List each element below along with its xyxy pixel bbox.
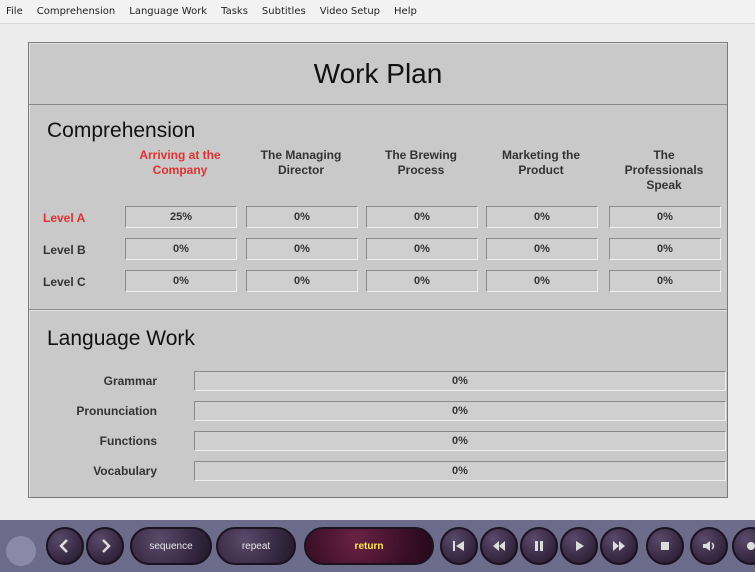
language-label-grammar[interactable]: Grammar xyxy=(29,374,157,388)
fast-forward-icon xyxy=(613,541,625,551)
volume-button[interactable] xyxy=(690,527,728,565)
score-cell[interactable]: 0% xyxy=(366,238,478,260)
row-label-level-b[interactable]: Level B xyxy=(43,243,86,257)
score-cell[interactable]: 0% xyxy=(246,206,358,228)
column-header-line: Company xyxy=(152,163,208,177)
pause-button[interactable] xyxy=(520,527,558,565)
score-cell[interactable]: 0% xyxy=(486,206,598,228)
column-header-line: Marketing the xyxy=(501,148,580,162)
score-cell[interactable]: 0% xyxy=(125,238,237,260)
stop-button[interactable] xyxy=(646,527,684,565)
rewind-icon xyxy=(493,541,505,551)
arrow-left-icon xyxy=(59,539,68,553)
menu-language-work[interactable]: Language Work xyxy=(129,6,207,17)
progress-value: 0% xyxy=(452,435,468,447)
back-button[interactable] xyxy=(46,527,84,565)
column-header-line: The xyxy=(653,148,675,162)
column-header-line: Arriving at the xyxy=(139,148,221,162)
arrow-right-icon xyxy=(102,539,111,553)
column-header-marketing[interactable]: Marketing the Product xyxy=(482,148,600,178)
fast-forward-button[interactable] xyxy=(600,527,638,565)
score-cell[interactable]: 0% xyxy=(486,270,598,292)
circle-icon xyxy=(747,542,755,550)
progress-value: 0% xyxy=(452,375,468,387)
pause-icon xyxy=(535,541,543,551)
column-header-line: Process xyxy=(397,163,445,177)
column-header-arriving[interactable]: Arriving at the Company xyxy=(121,148,239,178)
menu-help[interactable]: Help xyxy=(394,6,417,17)
forward-button[interactable] xyxy=(86,527,124,565)
progress-value: 0% xyxy=(452,405,468,417)
progress-bar-functions[interactable]: 0% xyxy=(194,431,726,451)
play-button[interactable] xyxy=(560,527,598,565)
score-cell[interactable]: 0% xyxy=(366,206,478,228)
progress-bar-vocabulary[interactable]: 0% xyxy=(194,461,726,481)
work-plan-panel: Work Plan Comprehension Arriving at the … xyxy=(28,42,728,498)
score-cell[interactable]: 0% xyxy=(486,238,598,260)
volume-icon xyxy=(703,541,715,551)
score-cell[interactable]: 0% xyxy=(246,238,358,260)
score-cell[interactable]: 0% xyxy=(609,238,721,260)
column-header-line: Professionals xyxy=(624,163,704,177)
menu-file[interactable]: File xyxy=(6,6,23,17)
menu-subtitles[interactable]: Subtitles xyxy=(262,6,306,17)
column-header-professionals[interactable]: The Professionals Speak xyxy=(605,148,723,193)
title-box: Work Plan xyxy=(29,43,727,105)
menu-tasks[interactable]: Tasks xyxy=(221,6,248,17)
return-button[interactable]: return xyxy=(304,527,434,565)
row-label-level-c[interactable]: Level C xyxy=(43,275,86,289)
score-cell[interactable]: 0% xyxy=(366,270,478,292)
decorative-orb xyxy=(6,536,36,566)
score-cell[interactable]: 0% xyxy=(609,270,721,292)
skip-start-icon xyxy=(453,541,464,551)
column-header-line: The Brewing xyxy=(384,148,457,162)
page-title: Work Plan xyxy=(313,57,443,89)
language-label-functions[interactable]: Functions xyxy=(29,434,157,448)
menu-video-setup[interactable]: Video Setup xyxy=(320,6,380,17)
score-cell[interactable]: 25% xyxy=(125,206,237,228)
sequence-button[interactable]: sequence xyxy=(130,527,212,565)
section-divider xyxy=(29,309,727,311)
skip-start-button[interactable] xyxy=(440,527,478,565)
language-work-heading: Language Work xyxy=(47,327,195,350)
comprehension-heading: Comprehension xyxy=(47,119,196,142)
stop-icon xyxy=(661,542,669,550)
score-cell[interactable]: 0% xyxy=(125,270,237,292)
play-icon xyxy=(576,541,584,551)
progress-bar-grammar[interactable]: 0% xyxy=(194,371,726,391)
column-header-line: Speak xyxy=(646,178,682,192)
column-header-brewing-process[interactable]: The Brewing Process xyxy=(362,148,480,178)
menu-comprehension[interactable]: Comprehension xyxy=(37,6,116,17)
column-header-managing-director[interactable]: The Managing Director xyxy=(242,148,360,178)
score-cell[interactable]: 0% xyxy=(609,206,721,228)
column-header-line: Director xyxy=(277,163,324,177)
score-cell[interactable]: 0% xyxy=(246,270,358,292)
repeat-button[interactable]: repeat xyxy=(216,527,296,565)
progress-bar-pronunciation[interactable]: 0% xyxy=(194,401,726,421)
rewind-button[interactable] xyxy=(480,527,518,565)
row-label-level-a[interactable]: Level A xyxy=(43,211,85,225)
progress-value: 0% xyxy=(452,465,468,477)
menu-bar: File Comprehension Language Work Tasks S… xyxy=(0,0,755,24)
language-label-vocabulary[interactable]: Vocabulary xyxy=(29,464,157,478)
column-header-line: Product xyxy=(518,163,564,177)
language-label-pronunciation[interactable]: Pronunciation xyxy=(29,404,157,418)
column-header-line: The Managing xyxy=(260,148,342,162)
